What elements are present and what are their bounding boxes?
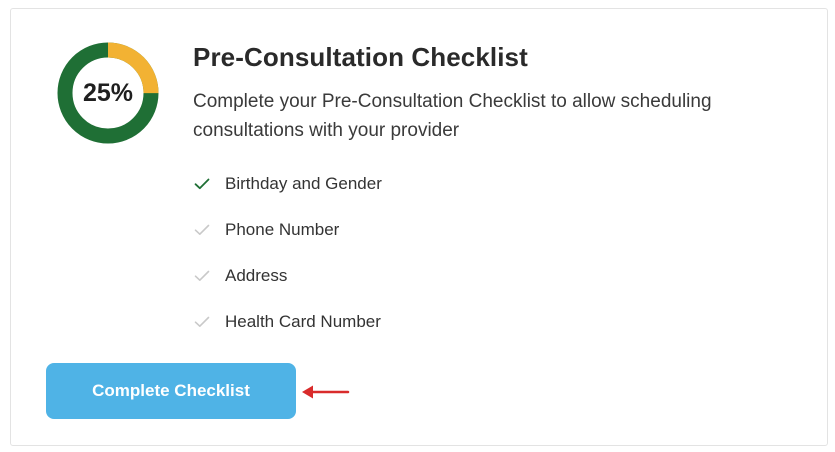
checklist-item-address: Address: [194, 264, 382, 310]
checklist: Birthday and Gender Phone Number Address…: [194, 172, 382, 356]
page-title: Pre-Consultation Checklist: [193, 42, 528, 72]
check-icon: [194, 264, 214, 288]
checklist-item-label: Birthday and Gender: [225, 174, 382, 193]
complete-checklist-button[interactable]: Complete Checklist: [46, 363, 296, 419]
checklist-item-label: Address: [225, 266, 288, 285]
checklist-description: Complete your Pre-Consultation Checklist…: [193, 91, 712, 141]
checklist-item-label: Health Card Number: [225, 312, 381, 331]
check-icon: [194, 310, 214, 334]
checklist-item-health-card-number: Health Card Number: [194, 310, 382, 356]
check-icon: [194, 172, 214, 196]
check-icon: [194, 218, 214, 242]
progress-percent: 25%: [82, 79, 134, 107]
red-arrow-icon: [302, 385, 350, 399]
checklist-item-phone-number: Phone Number: [194, 218, 382, 264]
checklist-item-birthday-gender: Birthday and Gender: [194, 172, 382, 218]
checklist-item-label: Phone Number: [225, 220, 340, 239]
progress-ring: 25%: [57, 42, 159, 144]
